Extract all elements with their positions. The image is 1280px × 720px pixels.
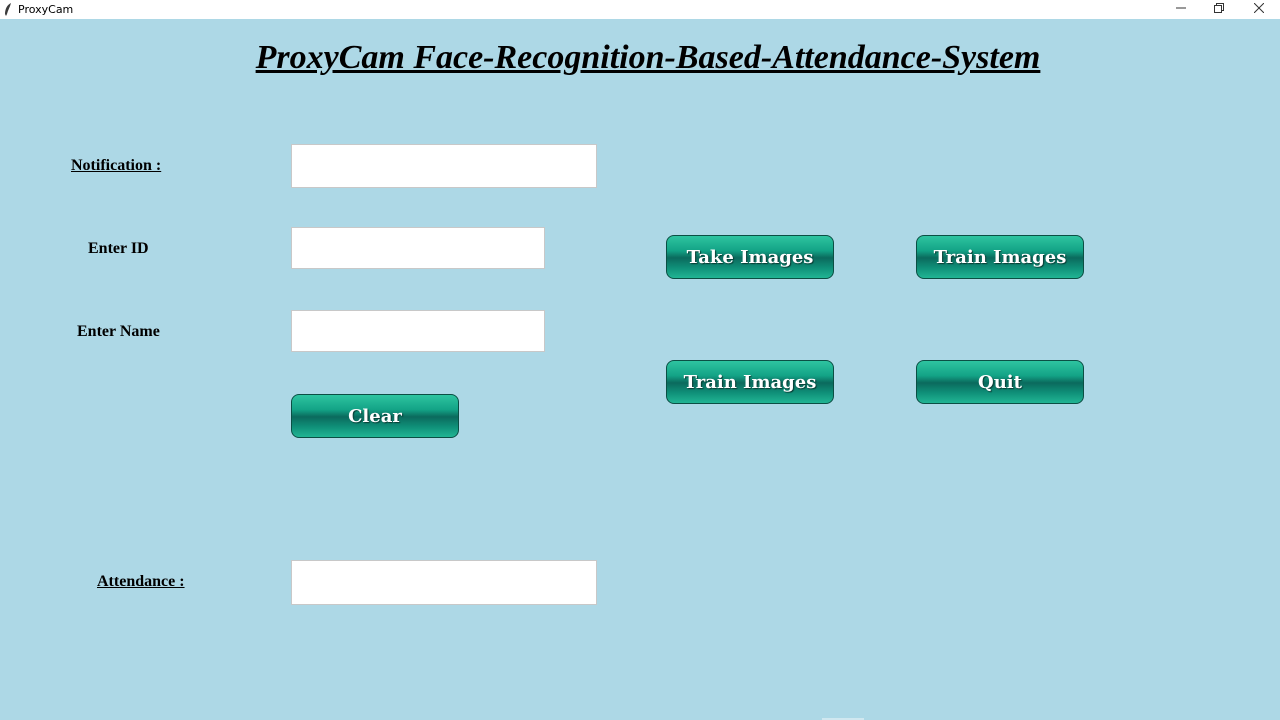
minimize-icon xyxy=(1176,3,1186,16)
minimize-button[interactable] xyxy=(1161,0,1201,19)
feather-icon xyxy=(4,3,12,16)
attendance-field[interactable] xyxy=(291,560,597,605)
restore-button[interactable] xyxy=(1199,0,1239,19)
quit-button[interactable]: Quit xyxy=(916,360,1084,404)
notification-label: Notification : xyxy=(71,157,162,174)
name-input[interactable] xyxy=(291,310,545,352)
attendance-label: Attendance : xyxy=(97,573,185,590)
restore-icon xyxy=(1214,3,1224,16)
window-title: ProxyCam xyxy=(18,3,74,16)
take-images-button[interactable]: Take Images xyxy=(666,235,834,279)
main-window xyxy=(0,19,1280,720)
train-images-button-bottom[interactable]: Train Images xyxy=(666,360,834,404)
window-titlebar: ProxyCam xyxy=(0,0,1280,19)
page-title: ProxyCam Face-Recognition-Based-Attendan… xyxy=(255,39,1041,76)
clear-button[interactable]: Clear xyxy=(291,394,459,438)
notification-field[interactable] xyxy=(291,144,597,188)
train-images-button-top[interactable]: Train Images xyxy=(916,235,1084,279)
close-icon xyxy=(1253,2,1265,16)
enter-name-label: Enter Name xyxy=(77,323,160,340)
close-button[interactable] xyxy=(1239,0,1279,19)
id-input[interactable] xyxy=(291,227,545,269)
enter-id-label: Enter ID xyxy=(88,240,149,257)
